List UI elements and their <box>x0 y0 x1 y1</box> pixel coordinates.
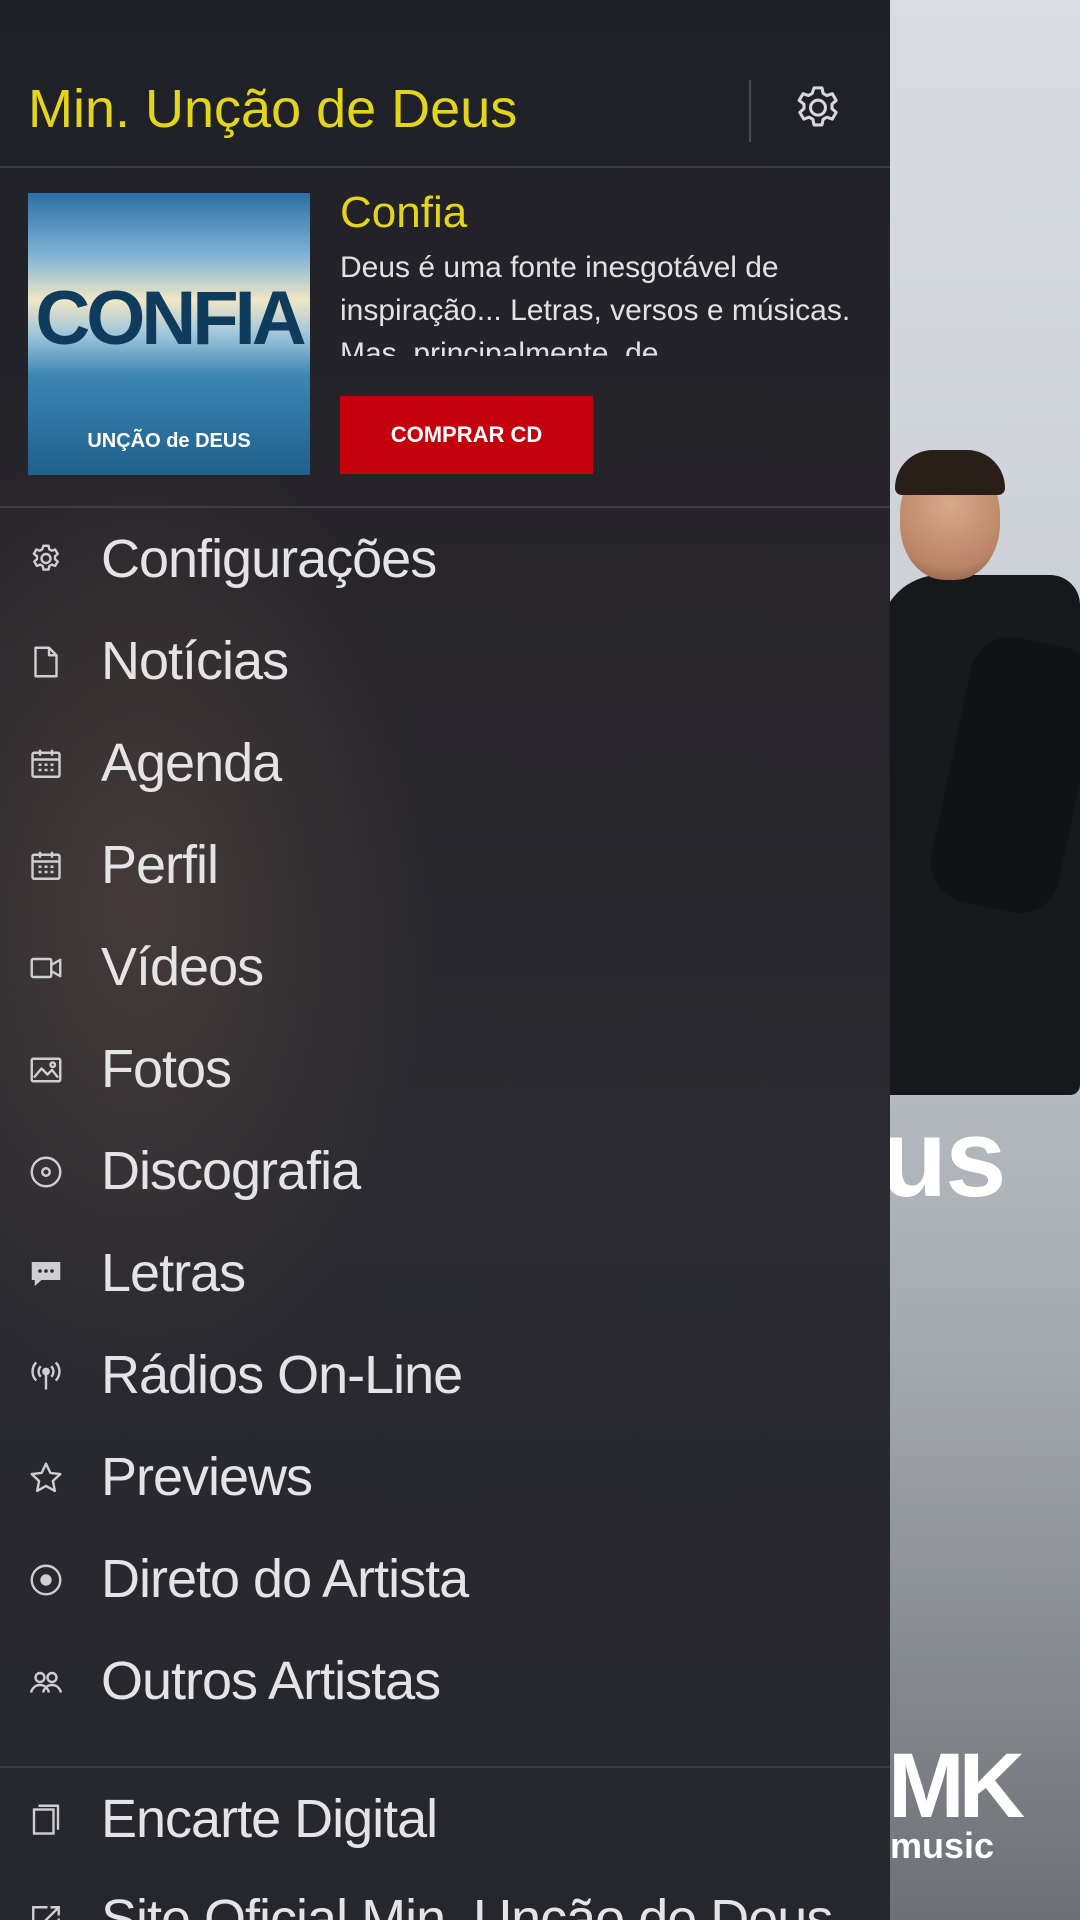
booklet-icon <box>28 1802 64 1838</box>
external-link-icon <box>28 1902 64 1920</box>
menu-item-previews[interactable]: Previews <box>0 1426 890 1528</box>
calendar-icon <box>28 746 64 782</box>
target-icon <box>28 1562 64 1598</box>
gear-icon <box>28 542 64 578</box>
main-menu: Configurações Notícias Agenda Perfil Víd… <box>0 508 890 1732</box>
menu-item-outros-artistas[interactable]: Outros Artistas <box>0 1630 890 1732</box>
menu-item-radios-online[interactable]: Rádios On-Line <box>0 1324 890 1426</box>
drawer-header: Min. Unção de Deus <box>0 0 890 168</box>
label-logo-subtitle: music <box>890 1825 995 1866</box>
menu-item-letras[interactable]: Letras <box>0 1222 890 1324</box>
album-cover-title: CONFIA <box>35 276 306 361</box>
menu-item-label: Perfil <box>101 835 219 895</box>
menu-item-encarte-digital[interactable]: Encarte Digital <box>0 1768 890 1868</box>
menu-item-site-oficial[interactable]: Site Oficial Min. Unção de Deus <box>0 1868 890 1920</box>
menu-item-label: Outros Artistas <box>101 1651 441 1711</box>
album-description: Deus é uma fonte inesgotável de inspiraç… <box>340 251 851 356</box>
menu-item-perfil[interactable]: Perfil <box>0 814 890 916</box>
background-title-fragment: us <box>880 1097 1006 1220</box>
album-cover-artist: UNÇÃO de DEUS <box>87 430 251 452</box>
menu-item-configuracoes[interactable]: Configurações <box>0 508 890 610</box>
buy-cd-button[interactable]: COMPRAR CD <box>340 396 593 474</box>
menu-item-label: Encarte Digital <box>101 1789 438 1849</box>
menu-item-label: Letras <box>101 1243 246 1303</box>
video-camera-icon <box>28 950 64 986</box>
settings-button[interactable] <box>790 82 846 138</box>
menu-item-label: Discografia <box>101 1141 361 1201</box>
header-divider <box>749 80 751 142</box>
album-promo: CONFIA UNÇÃO de DEUS Confia Deus é uma f… <box>0 168 890 508</box>
label-logo: MK <box>888 1735 1025 1837</box>
menu-item-fotos[interactable]: Fotos <box>0 1018 890 1120</box>
menu-item-label: Site Oficial Min. Unção de Deus <box>101 1889 833 1920</box>
calendar-icon <box>28 848 64 884</box>
menu-item-label: Notícias <box>101 631 289 691</box>
image-icon <box>28 1052 64 1088</box>
people-icon <box>28 1664 64 1700</box>
app-title: Min. Unção de Deus <box>28 79 518 139</box>
menu-item-label: Previews <box>101 1447 313 1507</box>
menu-item-discografia[interactable]: Discografia <box>0 1120 890 1222</box>
disc-icon <box>28 1154 64 1190</box>
album-cover-image[interactable]: CONFIA UNÇÃO de DEUS <box>28 193 310 475</box>
menu-item-noticias[interactable]: Notícias <box>0 610 890 712</box>
navigation-drawer: Min. Unção de Deus CONFIA UNÇÃO de DEUS … <box>0 0 890 1920</box>
secondary-menu: Encarte Digital Site Oficial Min. Unção … <box>0 1766 890 1920</box>
background-person-hair <box>895 450 1005 495</box>
gear-icon <box>790 82 846 138</box>
menu-item-direto-do-artista[interactable]: Direto do Artista <box>0 1528 890 1630</box>
radio-antenna-icon <box>28 1358 64 1394</box>
chat-bubble-icon <box>28 1256 64 1292</box>
menu-item-label: Rádios On-Line <box>101 1345 463 1405</box>
menu-item-label: Vídeos <box>101 937 264 997</box>
menu-item-label: Configurações <box>101 529 437 589</box>
album-title: Confia <box>340 188 468 237</box>
menu-item-label: Fotos <box>101 1039 232 1099</box>
document-icon <box>28 644 64 680</box>
menu-item-agenda[interactable]: Agenda <box>0 712 890 814</box>
star-icon <box>28 1460 64 1496</box>
menu-item-label: Agenda <box>101 733 282 793</box>
menu-item-label: Direto do Artista <box>101 1549 469 1609</box>
menu-item-videos[interactable]: Vídeos <box>0 916 890 1018</box>
